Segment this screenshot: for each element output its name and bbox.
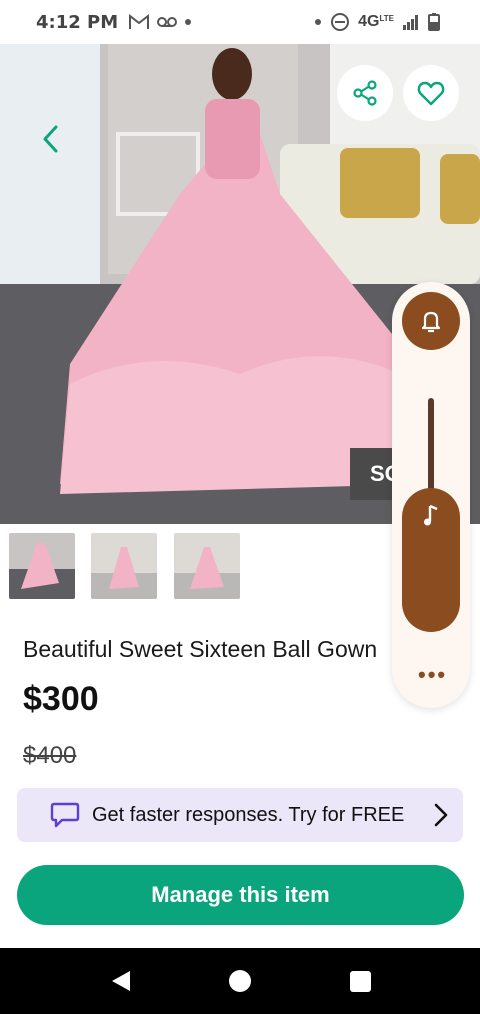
signal-icon: [403, 15, 418, 30]
more-options-button[interactable]: •••: [418, 662, 447, 688]
volume-track[interactable]: [428, 398, 434, 498]
listing-title: Beautiful Sweet Sixteen Ball Gown: [23, 636, 378, 662]
volume-panel: •••: [392, 282, 470, 708]
status-left-icons: [128, 14, 192, 30]
media-volume-slider[interactable]: [402, 488, 460, 632]
back-button[interactable]: [28, 114, 72, 164]
favorite-button[interactable]: [403, 65, 459, 121]
share-icon: [353, 80, 377, 106]
network-sub: LTE: [379, 13, 394, 23]
status-time: 4:12 PM: [36, 11, 119, 33]
chevron-right-icon: [434, 803, 448, 827]
system-nav-bar: [0, 948, 480, 1014]
ringer-button[interactable]: [402, 292, 460, 350]
gmail-icon: [129, 14, 150, 29]
bell-icon: [421, 311, 441, 333]
status-bar: 4:12 PM 4G LTE: [0, 0, 480, 44]
nav-home-icon[interactable]: [229, 970, 251, 992]
thumbnail-3[interactable]: [174, 533, 240, 599]
share-button[interactable]: [337, 65, 393, 121]
dot-icon: [185, 19, 192, 25]
manage-item-button[interactable]: Manage this item: [17, 865, 464, 925]
network-type: 4G: [358, 13, 380, 30]
chat-bubble-icon: [50, 802, 80, 828]
promo-banner[interactable]: Get faster responses. Try for FREE: [17, 788, 463, 842]
music-note-icon: [424, 504, 438, 526]
dot-icon: [315, 19, 322, 25]
promo-text: Get faster responses. Try for FREE: [92, 803, 405, 826]
heart-icon: [417, 81, 445, 106]
nav-back-icon[interactable]: [110, 970, 132, 992]
voicemail-icon: [157, 17, 178, 27]
listing-original-price: $400: [23, 742, 77, 769]
thumbnail-2[interactable]: [91, 533, 157, 599]
nav-recents-icon[interactable]: [350, 971, 371, 992]
listing-price: $300: [23, 680, 99, 718]
status-right-icons: 4G LTE: [314, 0, 440, 44]
thumbnail-1[interactable]: [9, 533, 75, 599]
battery-icon: [428, 13, 440, 31]
dnd-icon: [331, 13, 350, 31]
chevron-left-icon: [43, 125, 58, 153]
